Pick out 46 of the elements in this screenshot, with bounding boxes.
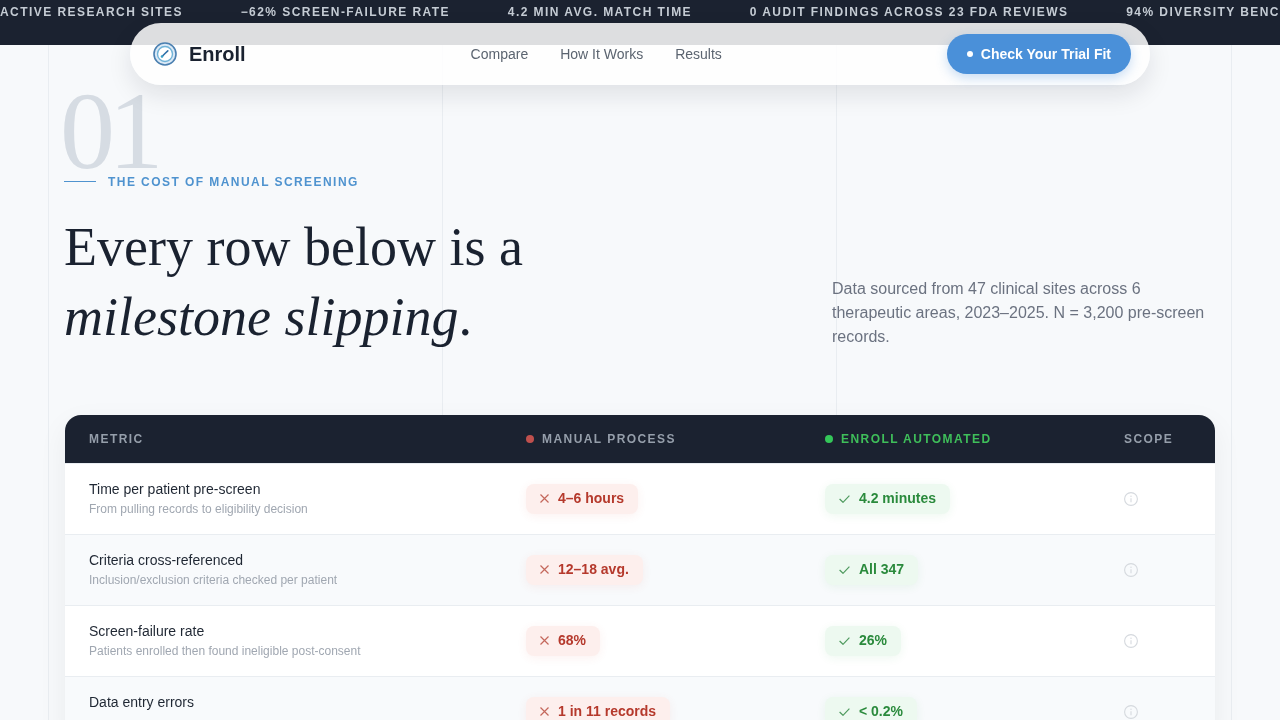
- eyebrow-label: THE COST OF MANUAL SCREENING: [108, 173, 359, 190]
- dot-icon: [966, 51, 973, 57]
- ticker-item: ACTIVE RESEARCH SITES: [0, 4, 183, 20]
- ticker-item: 94% DIVERSITY BENC: [1126, 4, 1280, 20]
- info-icon[interactable]: [1124, 562, 1138, 577]
- ticker-item: 4.2 MIN AVG. MATCH TIME: [507, 4, 692, 20]
- brand-name[interactable]: Enroll: [189, 40, 246, 68]
- info-icon[interactable]: [1124, 491, 1138, 506]
- value-text: 4–6 hours: [558, 489, 625, 508]
- check-icon: [839, 707, 850, 716]
- metric-name: Screen-failure rate: [89, 621, 206, 641]
- ticker-item: −62% SCREEN-FAILURE RATE: [240, 4, 451, 20]
- info-icon[interactable]: [1124, 633, 1138, 648]
- ring-logo-icon: [153, 42, 177, 66]
- cross-icon: [540, 565, 549, 574]
- value-text: 4.2 minutes: [859, 489, 937, 508]
- cross-icon: [540, 636, 549, 645]
- cross-icon: [540, 494, 549, 503]
- check-icon: [839, 494, 850, 503]
- column-header: SCOPE: [1124, 430, 1174, 447]
- cross-icon: [540, 707, 549, 716]
- value-text: 68%: [558, 631, 587, 650]
- nav-link[interactable]: How It Works: [560, 44, 644, 64]
- metric-description: Patients enrolled then found ineligible post-consent: [89, 642, 362, 659]
- value-text: All 347: [859, 560, 905, 579]
- value-text: < 0.2%: [859, 702, 903, 720]
- metric-name: Time per patient pre-screen: [89, 479, 262, 499]
- column-header: ENROLL AUTOMATED: [841, 430, 992, 447]
- metric-name: Criteria cross-referenced: [89, 550, 245, 570]
- value-text: 1 in 11 records: [558, 702, 657, 720]
- metric-description: Inclusion/exclusion criteria checked per patient: [89, 571, 339, 588]
- metric-name: Data entry errors: [89, 692, 196, 712]
- nav-link[interactable]: Compare: [470, 44, 529, 64]
- section-heading: Every row below is a milestone slipping.: [64, 215, 524, 349]
- info-icon[interactable]: [1124, 704, 1138, 719]
- value-text: 12–18 avg.: [558, 560, 629, 579]
- column-header: METRIC: [89, 430, 144, 447]
- value-text: 26%: [859, 631, 888, 650]
- data-source-note: Data sourced from 47 clinical sites across 6 therapeutic areas, 2023–2025. N = 3,200 pre-screen records.: [832, 278, 1206, 347]
- trial-fit-button[interactable]: Check Your Trial Fit: [946, 34, 1131, 74]
- ticker-item: 0 AUDIT FINDINGS ACROSS 23 FDA REVIEWS: [749, 4, 1069, 20]
- column-header: MANUAL PROCESS: [542, 430, 676, 447]
- check-icon: [839, 565, 850, 574]
- nav-link[interactable]: Results: [675, 44, 722, 64]
- check-icon: [839, 636, 850, 645]
- metric-description: From pulling records to eligibility decision: [89, 500, 309, 517]
